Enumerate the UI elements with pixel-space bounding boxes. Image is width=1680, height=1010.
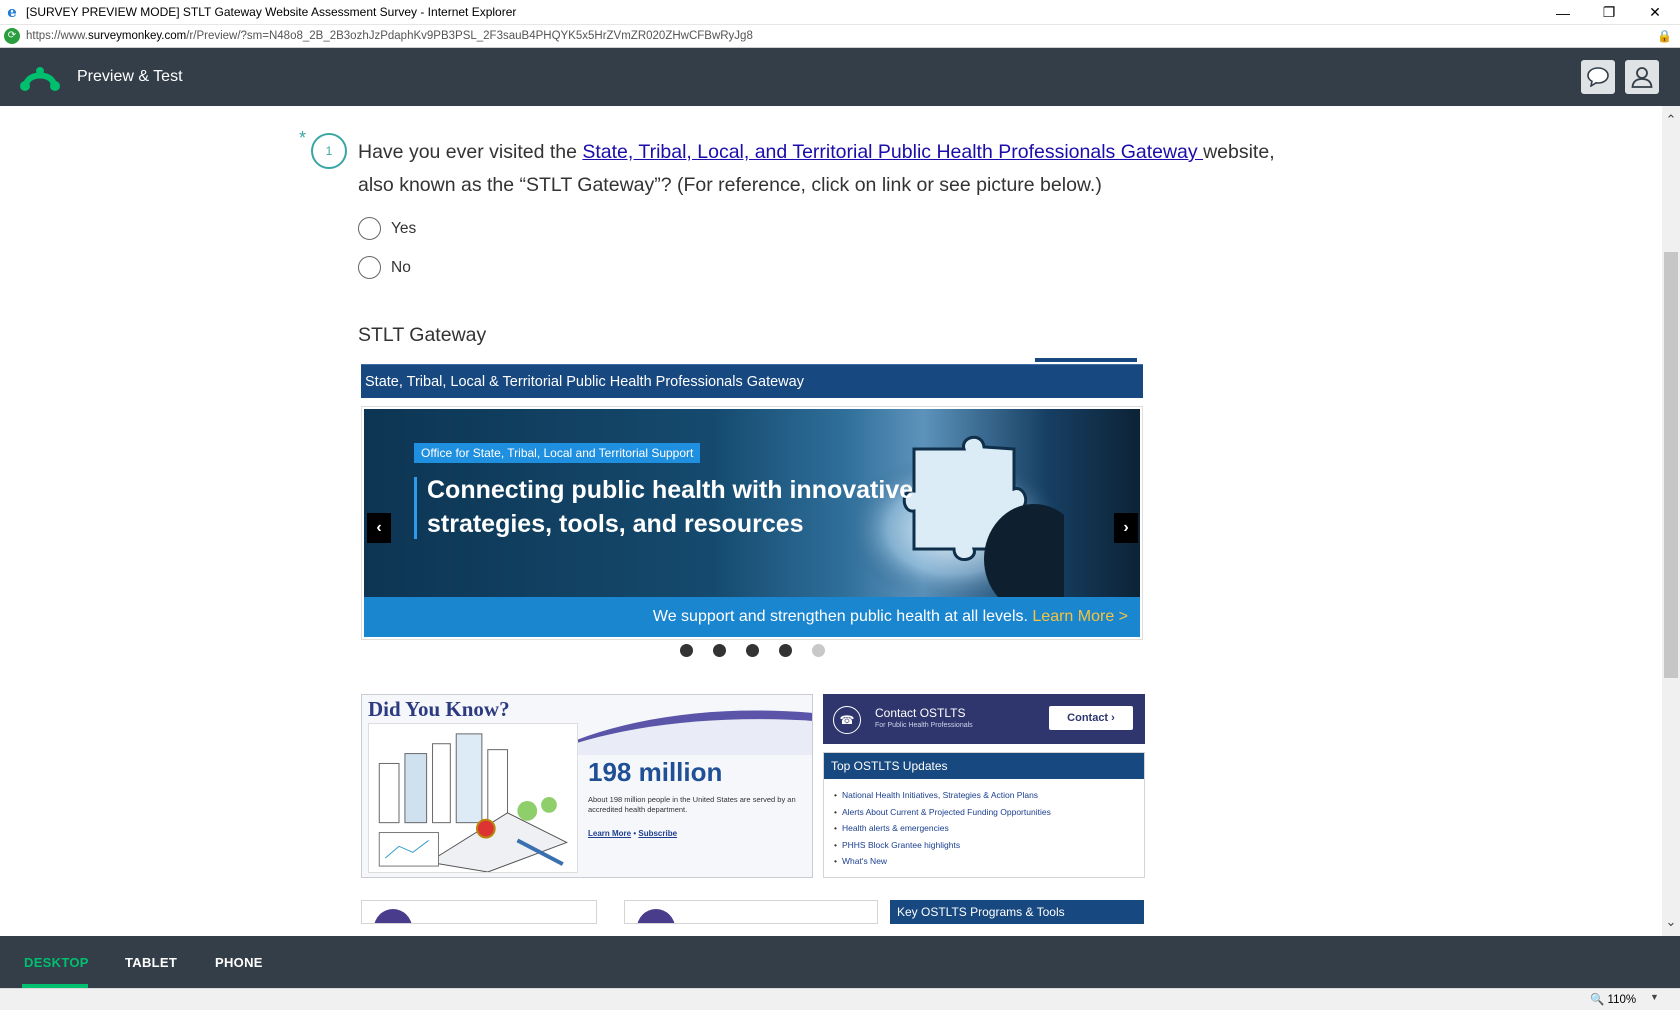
required-marker: * (299, 128, 307, 148)
device-preview-bar: DESKTOP TABLET PHONE (0, 936, 1680, 988)
carousel-prev-arrow-icon: ‹ (367, 513, 391, 543)
gateway-banner: State, Tribal, Local & Territorial Publi… (361, 364, 1143, 398)
restore-button[interactable]: ❐ (1586, 0, 1632, 25)
tab-tablet[interactable]: TABLET (125, 955, 177, 970)
list-item: Alerts About Current & Projected Funding… (834, 804, 1144, 821)
secure-site-icon: ⟳ (4, 28, 20, 44)
option-yes[interactable]: Yes (358, 217, 416, 240)
hero-learn-more-link: Learn More > (1032, 608, 1128, 625)
carousel-dot (713, 644, 726, 657)
window-title-bar: e [SURVEY PREVIEW MODE] STLT Gateway Web… (0, 0, 1680, 25)
survey-preview-area[interactable]: * 1 Have you ever visited the State, Tri… (0, 106, 1662, 936)
did-you-know-panel: Did You Know? 198 million About 198 mill… (361, 694, 813, 878)
contact-button: Contact › (1049, 706, 1133, 730)
contact-panel: ☎ Contact OSTLTS For Public Health Profe… (823, 694, 1145, 744)
radio-no[interactable] (358, 256, 381, 279)
tab-desktop[interactable]: DESKTOP (24, 955, 89, 970)
zoom-icon: 🔍 (1590, 994, 1605, 1006)
carousel-dot (680, 644, 693, 657)
scrollbar-thumb[interactable] (1664, 252, 1678, 678)
list-item: National Health Initiatives, Strategies … (834, 787, 1144, 804)
url-field[interactable]: https://www.surveymonkey.com/r/Preview/?… (26, 30, 753, 42)
chat-icon (1587, 67, 1609, 87)
list-item: What's New (834, 853, 1144, 870)
address-bar[interactable]: ⟳ https://www.surveymonkey.com/r/Preview… (0, 25, 1680, 48)
user-icon (1631, 67, 1653, 88)
key-programs-heading: Key OSTLTS Programs & Tools (890, 900, 1144, 924)
updates-heading: Top OSTLTS Updates (824, 753, 1144, 779)
updates-list: National Health Initiatives, Strategies … (824, 779, 1144, 870)
carousel-dot (746, 644, 759, 657)
option-no[interactable]: No (358, 256, 411, 279)
hero-footer: We support and strengthen public health … (364, 597, 1140, 637)
scroll-down-arrow-icon[interactable]: ⌄ (1662, 912, 1680, 932)
account-button[interactable] (1625, 60, 1659, 94)
phone-icon: ☎ (833, 706, 861, 734)
zoom-level[interactable]: 🔍 110% (1590, 992, 1636, 1006)
scroll-up-arrow-icon[interactable]: ⌃ (1662, 110, 1680, 130)
city-certificate-illustration (368, 723, 578, 873)
tab-phone[interactable]: PHONE (215, 955, 263, 970)
updates-panel: Top OSTLTS Updates National Health Initi… (823, 752, 1145, 878)
close-button[interactable]: ✕ (1632, 0, 1678, 25)
padlock-icon[interactable]: 🔒 (1657, 29, 1672, 43)
radio-yes[interactable] (358, 217, 381, 240)
carousel-next-arrow-icon: › (1114, 513, 1138, 543)
question-text: Have you ever visited the State, Tribal,… (358, 141, 1275, 196)
gateway-link[interactable]: State, Tribal, Local, and Territorial Pu… (582, 141, 1203, 163)
hero-tag: Office for State, Tribal, Local and Terr… (414, 443, 701, 463)
gateway-topbar (1035, 358, 1137, 362)
carousel-dots (680, 644, 825, 657)
internet-explorer-icon: e (7, 3, 17, 21)
surveymonkey-logo-icon[interactable] (20, 62, 60, 92)
zoom-dropdown-icon[interactable]: ▼ (1650, 992, 1659, 1002)
hero-accent-bar (414, 477, 417, 539)
vertical-scrollbar[interactable]: ⌃ ⌄ (1662, 106, 1680, 936)
program-card (624, 900, 878, 924)
contact-title: Contact OSTLTS (875, 706, 966, 720)
dyk-description: About 198 million people in the United S… (588, 795, 796, 814)
carousel-dot (779, 644, 792, 657)
chat-button[interactable] (1581, 60, 1615, 94)
option-label[interactable]: No (391, 259, 411, 277)
hero-headline: Connecting public health with innovative… (427, 476, 914, 538)
dyk-heading: Did You Know? (368, 697, 510, 721)
program-card (361, 900, 597, 924)
image-title: STLT Gateway (358, 324, 487, 346)
program-icon (637, 909, 675, 923)
program-icon (374, 909, 412, 923)
minimize-button[interactable]: — (1540, 0, 1586, 25)
dyk-links: Learn More • Subscribe (588, 829, 678, 838)
list-item: PHHS Block Grantee highlights (834, 837, 1144, 854)
hero-slide: Office for State, Tribal, Local and Terr… (364, 409, 1140, 637)
page-title: Preview & Test (77, 68, 183, 85)
list-item: Health alerts & emergencies (834, 820, 1144, 837)
carousel-dot (812, 644, 825, 657)
window-title: [SURVEY PREVIEW MODE] STLT Gateway Websi… (26, 5, 517, 19)
app-header: Preview & Test (0, 48, 1680, 106)
browser-status-bar: 🔍 110% ▼ (0, 988, 1680, 1010)
question-number: 1 (311, 133, 347, 169)
option-label[interactable]: Yes (391, 220, 416, 238)
dyk-number: 198 million (588, 757, 723, 787)
contact-subtitle: For Public Health Professionals (875, 722, 973, 729)
